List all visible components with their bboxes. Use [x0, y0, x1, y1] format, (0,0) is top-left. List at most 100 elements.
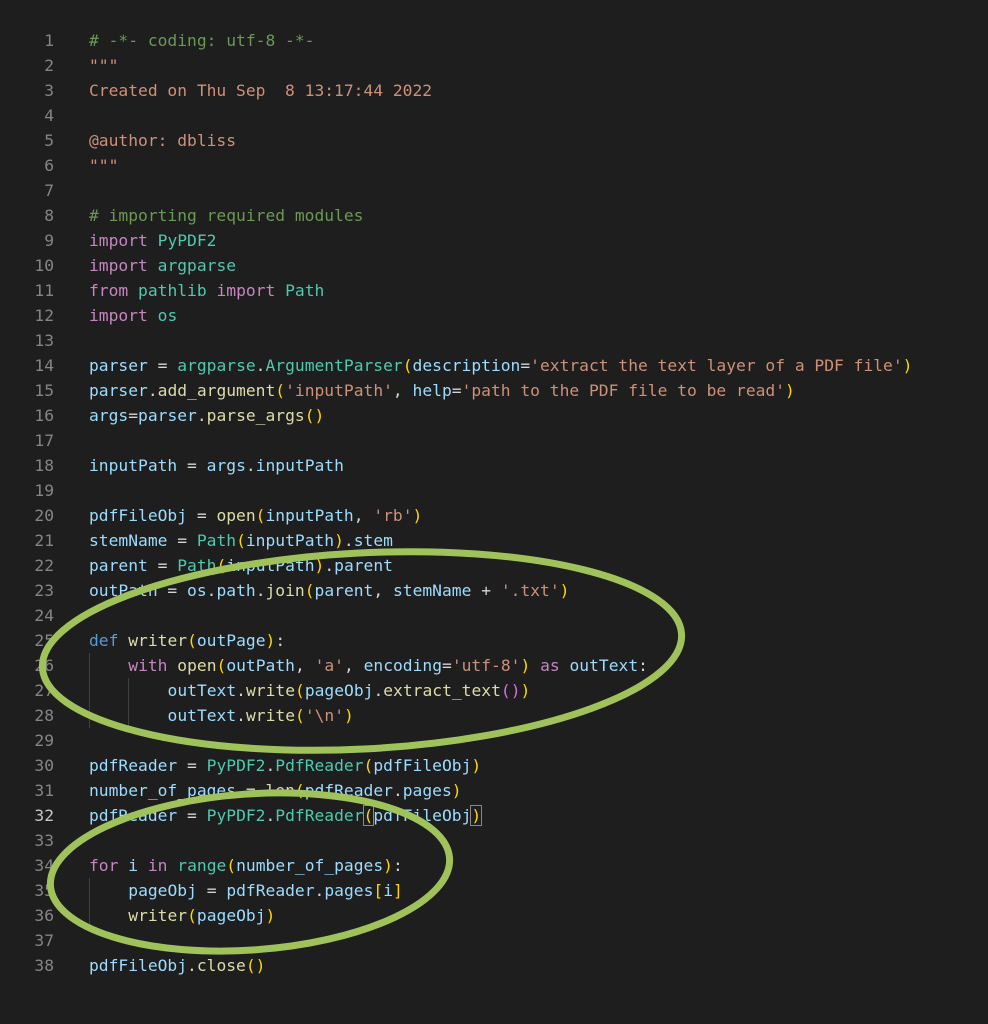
line-number: 37 [34, 931, 54, 950]
code-line[interactable]: 12 import os [0, 303, 988, 328]
code-token: . [265, 806, 276, 825]
code-line[interactable]: 17 [0, 428, 988, 453]
line-number: 19 [34, 481, 54, 500]
code-line[interactable]: 4 [0, 103, 988, 128]
code-line[interactable]: 30 pdfReader = PyPDF2.PdfReader(pdfFileOb… [0, 753, 988, 778]
code-line[interactable]: 8 # importing required modules [0, 203, 988, 228]
code-token: stem [353, 531, 393, 550]
code-token: pdfReader [89, 756, 178, 775]
code-token: parser [89, 356, 148, 375]
code-token: close [196, 956, 246, 975]
code-line[interactable]: 24 [0, 603, 988, 628]
code-token: pageObj [196, 906, 266, 925]
code-lines[interactable]: 1 # -*- coding: utf-8 -*- 2 """ 3 Created on … [0, 28, 988, 978]
code-line[interactable]: 21 stemName = Path(inputPath).stem [0, 528, 988, 553]
code-line[interactable]: 13 [0, 328, 988, 353]
code-token: + [471, 581, 501, 600]
code-text: for i in range(number_of_pages): [89, 853, 403, 878]
code-token: 'extract the text layer of a PDF file' [530, 356, 903, 375]
code-line[interactable]: 1 # -*- coding: utf-8 -*- [0, 28, 988, 53]
code-line[interactable]: 27 outText.write(pageObj.extract_text()) [0, 678, 988, 703]
code-token: ) [520, 656, 531, 675]
line-number: 32 [34, 806, 54, 825]
line-number: 28 [34, 706, 54, 725]
code-token: inputPath [255, 456, 344, 475]
code-line[interactable]: 38 pdfFileObj.close() [0, 953, 988, 978]
code-line[interactable]: 35 pageObj = pdfReader.pages[i] [0, 878, 988, 903]
code-line[interactable]: 15 parser.add_argument('inputPath', help=… [0, 378, 988, 403]
code-token: pdfFileObj [89, 506, 188, 525]
code-text: pdfFileObj.close() [89, 953, 265, 978]
code-token: def [89, 631, 119, 650]
code-line[interactable]: 34 for i in range(number_of_pages): [0, 853, 988, 878]
code-line[interactable]: 26 with open(outPath, 'a', encoding='utf-… [0, 653, 988, 678]
code-editor[interactable]: 1 # -*- coding: utf-8 -*- 2 """ 3 Created on … [0, 0, 988, 1024]
code-token: len [265, 781, 295, 800]
code-text: inputPath = args.inputPath [89, 453, 344, 478]
code-line[interactable]: 11 from pathlib import Path [0, 278, 988, 303]
indent-guide [89, 878, 90, 903]
code-line[interactable]: 7 [0, 178, 988, 203]
code-token: , [353, 506, 374, 525]
line-number: 21 [34, 531, 54, 550]
code-line[interactable]: 2 """ [0, 53, 988, 78]
code-token: = [177, 456, 207, 475]
code-line[interactable]: 19 [0, 478, 988, 503]
code-token: os [157, 306, 178, 325]
code-line[interactable]: 18 inputPath = args.inputPath [0, 453, 988, 478]
code-line[interactable]: 25 def writer(outPage): [0, 628, 988, 653]
code-token: i [383, 881, 393, 900]
line-number: 27 [34, 681, 54, 700]
code-line[interactable]: 28 outText.write('\n') [0, 703, 988, 728]
code-text: with open(outPath, 'a', encoding='utf-8'… [128, 653, 648, 678]
line-number: 34 [34, 856, 54, 875]
code-token: = [147, 556, 178, 575]
line-number: 14 [34, 356, 54, 375]
code-token: open [216, 506, 256, 525]
code-token: pdfReader [226, 881, 315, 900]
code-line[interactable]: 32 pdfReader = PyPDF2.PdfReader(pdfFileOb… [0, 803, 988, 828]
code-token: argparse [157, 256, 237, 275]
code-token: = [177, 806, 207, 825]
code-token: 'rb' [373, 506, 413, 525]
code-line[interactable]: 37 [0, 928, 988, 953]
code-token: () [500, 681, 521, 700]
code-line[interactable]: 36 writer(pageObj) [0, 903, 988, 928]
code-token: 'a' [314, 656, 344, 675]
code-line[interactable]: 23 outPath = os.path.join(parent, stemNam… [0, 578, 988, 603]
code-token: pdfFileObj [373, 806, 472, 825]
code-token: . [206, 581, 217, 600]
code-line[interactable]: 33 [0, 828, 988, 853]
code-token: pdfFileObj [89, 956, 188, 975]
code-line[interactable]: 20 pdfFileObj = open(inputPath, 'rb') [0, 503, 988, 528]
code-token: , [373, 581, 393, 600]
code-line[interactable]: 16 args=parser.parse_args() [0, 403, 988, 428]
code-line[interactable]: 31 number_of_pages = len(pdfReader.pages) [0, 778, 988, 803]
code-line[interactable]: 9 import PyPDF2 [0, 228, 988, 253]
code-token: for [89, 856, 119, 875]
code-token: = [177, 756, 207, 775]
code-token: PyPDF2 [206, 806, 266, 825]
line-number: 5 [44, 131, 54, 150]
code-line[interactable]: 5 @author: dbliss [0, 128, 988, 153]
code-token: ArgumentParser [265, 356, 403, 375]
line-number: 29 [34, 731, 54, 750]
code-token: Created on Thu Sep 8 13:17:44 2022 [89, 81, 433, 100]
code-line[interactable]: 10 import argparse [0, 253, 988, 278]
code-token: number_of_pages [236, 856, 384, 875]
code-token: , [392, 381, 413, 400]
code-line[interactable]: 3 Created on Thu Sep 8 13:17:44 2022 [0, 78, 988, 103]
code-token: pages [324, 881, 374, 900]
code-token: ( [226, 856, 237, 875]
code-token: os [187, 581, 207, 600]
code-line[interactable]: 6 """ [0, 153, 988, 178]
code-token: ( [295, 706, 305, 725]
code-line[interactable]: 14 parser = argparse.ArgumentParser(descr… [0, 353, 988, 378]
code-text: # importing required modules [89, 203, 363, 228]
indent-guide [89, 653, 90, 678]
code-line[interactable]: 22 parent = Path(inputPath).parent [0, 553, 988, 578]
code-line[interactable]: 29 [0, 728, 988, 753]
